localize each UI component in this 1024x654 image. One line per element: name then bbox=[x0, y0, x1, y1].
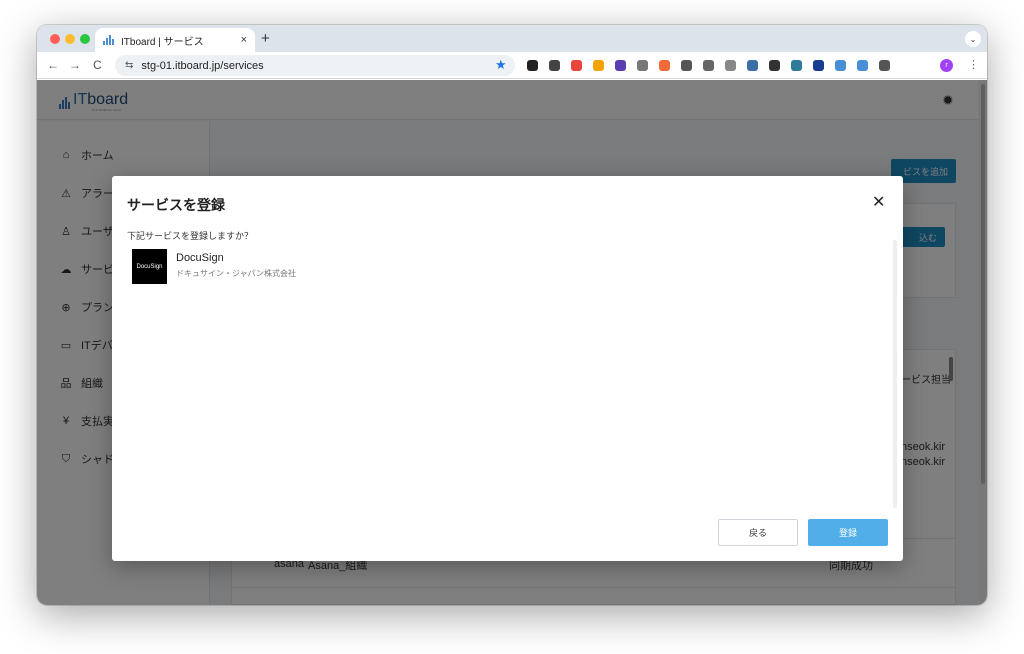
back-button[interactable]: 戻る bbox=[718, 519, 798, 546]
reload-icon[interactable]: C bbox=[93, 58, 102, 72]
extension-6-icon[interactable] bbox=[637, 60, 648, 71]
list-scrollbar[interactable] bbox=[893, 240, 897, 508]
tab-close-icon[interactable]: × bbox=[241, 34, 247, 46]
service-company: ドキュサイン・ジャパン株式会社 bbox=[176, 269, 296, 278]
service-name: DocuSign bbox=[176, 252, 224, 264]
itboard-favicon-icon bbox=[103, 35, 115, 45]
profile-avatar[interactable]: r bbox=[940, 59, 953, 72]
extension-8-icon[interactable] bbox=[681, 60, 692, 71]
browser-menu-icon[interactable]: ⋮ bbox=[968, 58, 979, 71]
register-button[interactable]: 登録 bbox=[808, 519, 888, 546]
tab-search-button[interactable]: ⌄ bbox=[965, 31, 981, 47]
url-text: stg-01.itboard.jp/services bbox=[141, 59, 264, 72]
close-icon[interactable]: ✕ bbox=[872, 192, 885, 212]
extension-5-icon[interactable] bbox=[615, 60, 626, 71]
confirm-question: 下記サービスを登録しますか？ bbox=[127, 231, 254, 241]
extension-10-icon[interactable] bbox=[725, 60, 736, 71]
extension-13-icon[interactable] bbox=[791, 60, 802, 71]
extension-12-icon[interactable] bbox=[769, 60, 780, 71]
browser-window: ITboard | サービス × + ⌄ ← → C ⇆ stg-01.itbo… bbox=[37, 25, 987, 605]
modal-title: サービスを登録 bbox=[127, 197, 225, 213]
app-root: ITboard IT & Workforce Cloud ✹ ⌂ホーム ⚠アラー… bbox=[37, 80, 987, 605]
forward-icon[interactable]: → bbox=[69, 58, 81, 72]
address-bar[interactable]: ⇆ stg-01.itboard.jp/services bbox=[115, 55, 515, 76]
tab-itboard[interactable]: ITboard | サービス × bbox=[95, 28, 255, 52]
maximize-window-button[interactable] bbox=[80, 34, 90, 44]
extension-9-icon[interactable] bbox=[703, 60, 714, 71]
extension-4-icon[interactable] bbox=[593, 60, 604, 71]
service-list: DocuSign DocuSign ドキュサイン・ジャパン株式会社 bbox=[127, 242, 896, 506]
extension-3-icon[interactable] bbox=[571, 60, 582, 71]
minimize-window-button[interactable] bbox=[65, 34, 75, 44]
close-window-button[interactable] bbox=[50, 34, 60, 44]
extension-2-icon[interactable] bbox=[549, 60, 560, 71]
docusign-logo: DocuSign bbox=[132, 249, 167, 284]
tab-strip: ITboard | サービス × + ⌄ bbox=[37, 25, 987, 52]
extension-17-icon[interactable] bbox=[879, 60, 890, 71]
extension-16-icon[interactable] bbox=[857, 60, 868, 71]
extension-15-icon[interactable] bbox=[835, 60, 846, 71]
new-tab-button[interactable]: + bbox=[261, 30, 270, 47]
back-icon[interactable]: ← bbox=[47, 58, 59, 72]
extension-1-icon[interactable] bbox=[527, 60, 538, 71]
site-info-icon[interactable]: ⇆ bbox=[125, 60, 133, 71]
bookmark-star-icon[interactable]: ★ bbox=[495, 57, 507, 73]
extension-14-icon[interactable] bbox=[813, 60, 824, 71]
extension-7-icon[interactable] bbox=[659, 60, 670, 71]
browser-toolbar: ← → C ⇆ stg-01.itboard.jp/services ★ r ⋮ bbox=[37, 52, 987, 79]
extension-11-icon[interactable] bbox=[747, 60, 758, 71]
register-service-modal: サービスを登録 ✕ 下記サービスを登録しますか？ DocuSign DocuSi… bbox=[112, 176, 903, 561]
tab-title: ITboard | サービス bbox=[121, 36, 204, 48]
